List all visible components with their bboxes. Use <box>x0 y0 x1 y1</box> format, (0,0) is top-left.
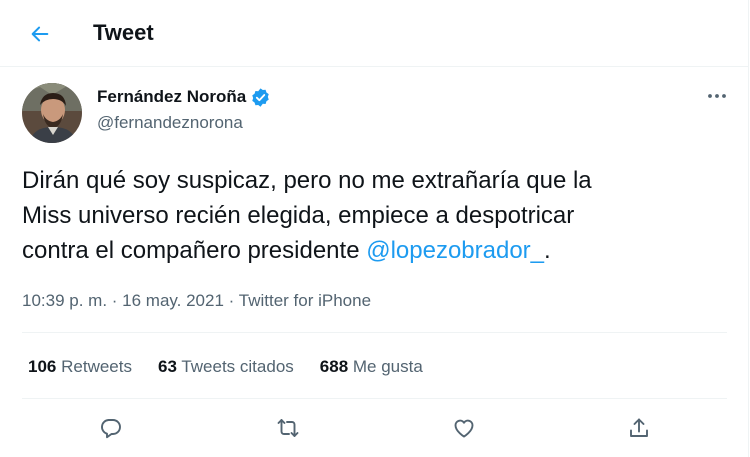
likes-label: Me gusta <box>352 357 423 376</box>
likes-count: 688 <box>319 357 349 376</box>
tweet-detail-column: Tweet Fernández Noroña @fernandeznorona … <box>0 0 749 457</box>
quotes-count: 63 <box>157 357 177 376</box>
quote-tweets-stat[interactable]: 63 Tweets citados <box>158 356 294 378</box>
tweet-text-line: contra el compañero presidente @lopezobr… <box>22 233 712 268</box>
retweets-label: Retweets <box>61 357 132 376</box>
author-name[interactable]: Fernández Noroña <box>97 86 246 108</box>
meta-separator: · <box>107 291 123 310</box>
avatar[interactable] <box>22 83 82 143</box>
retweet-button[interactable] <box>270 410 306 446</box>
tweet-time[interactable]: 10:39 p. m. <box>22 291 107 310</box>
retweet-icon <box>277 419 299 437</box>
retweets-stat[interactable]: 106 Retweets <box>28 356 132 378</box>
heart-icon <box>454 419 474 438</box>
author-handle[interactable]: @fernandeznorona <box>97 112 243 134</box>
more-options-button[interactable] <box>700 84 734 108</box>
author-name-row: Fernández Noroña <box>97 85 271 109</box>
back-button[interactable] <box>22 16 58 52</box>
tweet-text-segment: . <box>544 237 551 264</box>
share-icon <box>630 418 648 437</box>
verified-badge-icon <box>252 87 269 107</box>
tweet-text-line: Dirán qué soy suspicaz, pero no me extra… <box>22 167 592 194</box>
tweet-text-segment: contra el compañero presidente <box>22 237 367 264</box>
tweet-actions-bar <box>0 410 748 446</box>
top-bar: Tweet <box>0 0 748 67</box>
tweet-text-line: Miss universo recién elegida, empiece a … <box>22 202 575 229</box>
reply-icon <box>101 419 121 439</box>
tweet-text: Dirán qué soy suspicaz, pero no me extra… <box>22 163 712 268</box>
likes-stat[interactable]: 688 Me gusta <box>320 356 423 378</box>
quotes-label: Tweets citados <box>181 357 294 376</box>
retweets-count: 106 <box>28 357 57 376</box>
page-title: Tweet <box>93 20 154 45</box>
like-button[interactable] <box>446 410 482 446</box>
share-button[interactable] <box>621 410 657 446</box>
mention-link[interactable]: @lopezobrador_ <box>366 237 544 264</box>
reply-button[interactable] <box>93 410 129 446</box>
tweet-metadata: 10:39 p. m. · 16 may. 2021 · Twitter for… <box>22 290 371 312</box>
arrow-left-icon <box>31 26 49 42</box>
engagement-stats: 106 Retweets 63 Tweets citados 688 Me gu… <box>28 356 449 378</box>
tweet-date[interactable]: 16 may. 2021 <box>122 291 224 310</box>
divider <box>22 332 727 333</box>
meta-separator: · <box>223 291 239 310</box>
tweet-source[interactable]: Twitter for iPhone <box>239 291 371 310</box>
divider <box>22 398 727 399</box>
more-dots-icon <box>708 94 726 98</box>
